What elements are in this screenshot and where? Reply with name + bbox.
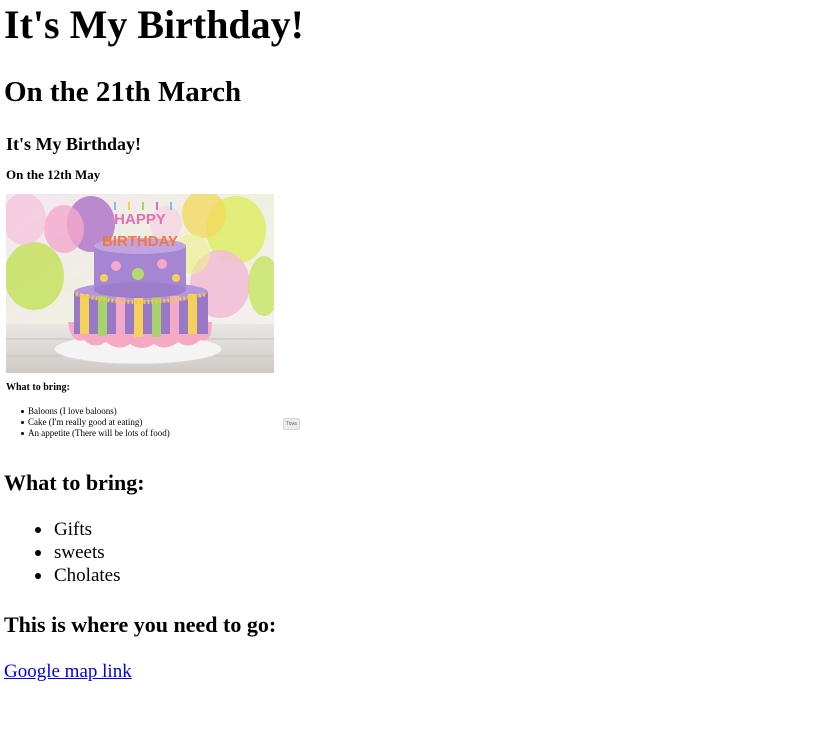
location-heading: This is where you need to go: xyxy=(4,612,277,637)
list-item: Cholates xyxy=(4,564,121,587)
list-item: Gifts xyxy=(4,518,121,541)
list-item: Baloons (I love baloons) xyxy=(6,406,170,417)
embedded-title: It's My Birthday! xyxy=(6,134,141,154)
date-heading: On the 21th March xyxy=(4,76,242,108)
bring-list: Gifts sweets Cholates xyxy=(4,518,121,587)
embedded-button: Tova xyxy=(283,418,300,430)
cake-topper-happy: HAPPY xyxy=(114,211,166,228)
embedded-date-heading: On the 12th May xyxy=(6,167,101,182)
embedded-bring-list: Baloons (I love baloons) Cake (I'm reall… xyxy=(6,406,170,439)
birthday-cake-photo: HAPPY BIRTHDAY xyxy=(6,194,274,373)
list-item: Cake (I'm really good at eating) xyxy=(6,417,170,428)
list-item: sweets xyxy=(4,541,121,564)
bring-heading: What to bring: xyxy=(4,470,145,495)
cake-topper-birthday: BIRTHDAY xyxy=(102,233,178,250)
embedded-bring-heading: What to bring: xyxy=(6,382,70,393)
google-map-link[interactable]: Google map link xyxy=(4,660,132,684)
embedded-screenshot: It's My Birthday! On the 12th May HAPPY … xyxy=(4,128,300,444)
list-item: An appetite (There will be lots of food) xyxy=(6,428,170,439)
page-title: It's My Birthday! xyxy=(4,2,304,47)
